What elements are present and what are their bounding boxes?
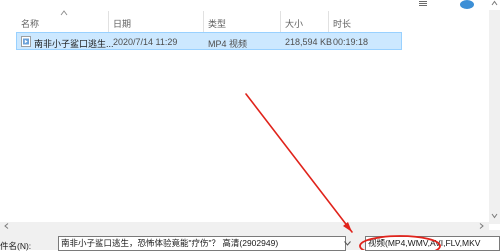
help-icon[interactable] <box>460 0 474 9</box>
column-header-duration[interactable]: 时长 <box>333 17 351 30</box>
column-separator[interactable] <box>280 11 281 33</box>
video-file-icon <box>21 36 31 47</box>
file-name[interactable]: 南非小子鲨口逃生... <box>34 37 114 50</box>
file-size: 218,594 KB <box>285 37 333 47</box>
dropdown-arrow-icon[interactable] <box>344 241 351 246</box>
vertical-scrollbar[interactable] <box>489 10 500 224</box>
details-view-icon[interactable] <box>418 0 428 8</box>
column-separator[interactable] <box>328 11 329 33</box>
horizontal-scrollbar[interactable] <box>0 222 489 230</box>
filename-input[interactable]: 南非小子鲨口逃生，恐怖体验竟能"疗伤"？ 高清(2902949) <box>58 236 346 251</box>
filename-label: 件名(N): <box>0 241 32 251</box>
column-header-size[interactable]: 大小 <box>285 17 303 30</box>
scroll-down-arrow-icon[interactable] <box>491 213 498 219</box>
column-header-name[interactable]: 名称 <box>21 17 39 30</box>
file-date: 2020/7/14 11:29 <box>113 37 178 47</box>
column-separator[interactable] <box>108 11 109 33</box>
file-type: MP4 视频 <box>208 39 248 49</box>
file-duration: 00:19:18 <box>333 37 369 47</box>
column-separator[interactable] <box>203 11 204 33</box>
filetype-select[interactable]: 视频(MP4,WMV,AVI,FLV,MKV <box>365 236 500 251</box>
column-header-date[interactable]: 日期 <box>113 17 131 30</box>
column-header-type[interactable]: 类型 <box>208 17 226 30</box>
sort-up-icon <box>60 10 68 16</box>
scroll-up-arrow-icon[interactable] <box>491 0 498 6</box>
scroll-left-arrow-icon[interactable] <box>4 223 9 229</box>
scroll-right-arrow-icon[interactable] <box>479 223 484 229</box>
